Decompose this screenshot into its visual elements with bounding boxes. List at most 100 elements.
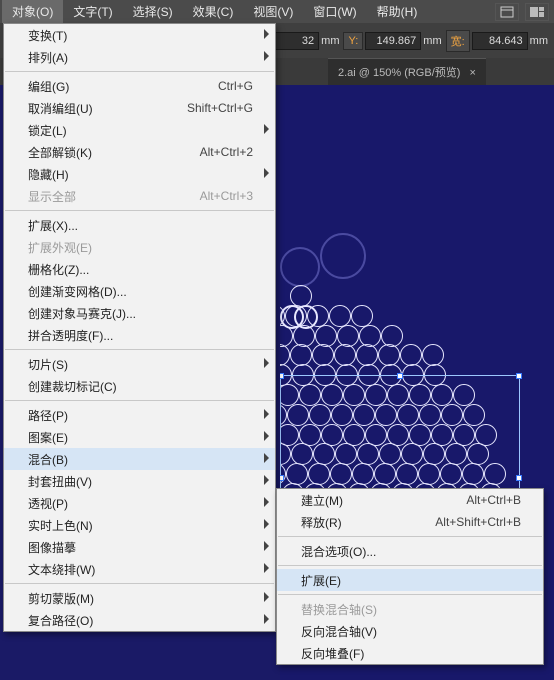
- menu-window[interactable]: 窗口(W): [303, 0, 366, 23]
- object-menu-item[interactable]: 创建渐变网格(D)...: [4, 280, 275, 302]
- submenu-arrow-icon: [264, 431, 269, 441]
- close-icon[interactable]: ×: [470, 67, 476, 79]
- canvas-circle: [440, 463, 462, 485]
- object-menu-item[interactable]: 图像描摹: [4, 536, 275, 558]
- canvas-circle: [335, 443, 357, 465]
- menu-type[interactable]: 文字(T): [63, 0, 122, 23]
- menu-item-label: 创建裁切标记(C): [28, 378, 117, 395]
- blend-submenu-item[interactable]: 扩展(E): [277, 569, 543, 591]
- blend-submenu-item[interactable]: 反向混合轴(V): [277, 620, 543, 642]
- canvas-circle: [308, 463, 330, 485]
- object-menu-item[interactable]: 隐藏(H): [4, 163, 275, 185]
- object-menu-item[interactable]: 全部解锁(K)Alt+Ctrl+2: [4, 141, 275, 163]
- menu-item-label: 路径(P): [28, 407, 68, 424]
- menu-item-label: 图案(E): [28, 429, 68, 446]
- object-menu-item[interactable]: 创建裁切标记(C): [4, 375, 275, 397]
- submenu-arrow-icon: [264, 497, 269, 507]
- object-menu: 变换(T) 排列(A) 编组(G)Ctrl+G取消编组(U)Shift+Ctrl+G…: [3, 23, 276, 632]
- canvas-circle: [422, 344, 444, 366]
- menu-view[interactable]: 视图(V): [243, 0, 303, 23]
- w-unit: mm: [528, 35, 550, 47]
- canvas-circle: [453, 424, 475, 446]
- w-label: 宽:: [446, 30, 470, 52]
- document-tab-title: 2.ai @ 150% (RGB/预览): [338, 67, 460, 79]
- blend-submenu-item[interactable]: 反向堆叠(F): [277, 642, 543, 664]
- canvas-circle: [419, 404, 441, 426]
- object-menu-item[interactable]: 剪切蒙版(M): [4, 587, 275, 609]
- canvas-circle: [431, 384, 453, 406]
- y-value[interactable]: 149.867: [365, 32, 421, 50]
- canvas-circle: [357, 443, 379, 465]
- object-menu-item[interactable]: 复合路径(O): [4, 609, 275, 631]
- arrange-icon[interactable]: [525, 3, 549, 21]
- blend-submenu-item[interactable]: 混合选项(O)...: [277, 540, 543, 562]
- menu-item-label: 透视(P): [28, 495, 68, 512]
- menu-item-shortcut: Alt+Shift+Ctrl+B: [407, 515, 521, 529]
- object-menu-item[interactable]: 切片(S): [4, 353, 275, 375]
- menu-item-label: 扩展外观(E): [28, 239, 92, 256]
- object-menu-item[interactable]: 变换(T): [4, 24, 275, 46]
- object-menu-item[interactable]: 扩展(X)...: [4, 214, 275, 236]
- canvas-circle: [484, 463, 506, 485]
- canvas-circle: [365, 424, 387, 446]
- menu-help[interactable]: 帮助(H): [367, 0, 428, 23]
- menu-item-label: 释放(R): [301, 514, 342, 531]
- menu-item-shortcut: Ctrl+G: [190, 79, 253, 93]
- canvas-circle: [441, 404, 463, 426]
- object-menu-item[interactable]: 封套扭曲(V): [4, 470, 275, 492]
- object-menu-item[interactable]: 混合(B): [4, 448, 275, 470]
- menu-item-shortcut: Alt+Ctrl+B: [438, 493, 521, 507]
- canvas-circle: [375, 404, 397, 426]
- blend-submenu-item[interactable]: 释放(R) Alt+Shift+Ctrl+B: [277, 511, 543, 533]
- canvas-circle: [463, 404, 485, 426]
- canvas-circle: [396, 463, 418, 485]
- menu-select[interactable]: 选择(S): [123, 0, 183, 23]
- blend-submenu-item: 替换混合轴(S): [277, 598, 543, 620]
- submenu-arrow-icon: [264, 358, 269, 368]
- menu-item-label: 变换(T): [28, 27, 67, 44]
- object-menu-item[interactable]: 图案(E): [4, 426, 275, 448]
- menu-item-label: 复合路径(O): [28, 612, 93, 629]
- canvas-circle: [397, 404, 419, 426]
- canvas-circle: [467, 443, 489, 465]
- menu-item-label: 全部解锁(K): [28, 144, 92, 161]
- object-menu-item[interactable]: 实时上色(N): [4, 514, 275, 536]
- menu-item-label: 实时上色(N): [28, 517, 93, 534]
- canvas-circle: [321, 384, 343, 406]
- doc-layout-icon[interactable]: [495, 3, 519, 21]
- canvas-circle: [320, 233, 366, 279]
- menu-effect[interactable]: 效果(C): [183, 0, 244, 23]
- canvas-circle: [387, 424, 409, 446]
- object-menu-item[interactable]: 栅格化(Z)...: [4, 258, 275, 280]
- object-menu-item[interactable]: 排列(A): [4, 46, 275, 68]
- w-value[interactable]: 84.643: [472, 32, 528, 50]
- object-menu-item[interactable]: 透视(P): [4, 492, 275, 514]
- object-menu-item[interactable]: 取消编组(U)Shift+Ctrl+G: [4, 97, 275, 119]
- canvas-circle: [343, 384, 365, 406]
- canvas-circle: [315, 325, 337, 347]
- canvas-circle: [475, 424, 497, 446]
- object-menu-item[interactable]: 创建对象马赛克(J)...: [4, 302, 275, 324]
- object-menu-item[interactable]: 锁定(L): [4, 119, 275, 141]
- menu-item-label: 图像描摹: [28, 539, 76, 556]
- canvas-circle: [287, 404, 309, 426]
- object-menu-item[interactable]: 路径(P): [4, 404, 275, 426]
- canvas-circle: [380, 364, 402, 386]
- menu-item-label: 文本绕排(W): [28, 561, 95, 578]
- canvas-circle: [280, 364, 292, 386]
- menu-item-label: 取消编组(U): [28, 100, 93, 117]
- submenu-arrow-icon: [264, 475, 269, 485]
- object-menu-item[interactable]: 文本绕排(W): [4, 558, 275, 580]
- object-menu-item[interactable]: 编组(G)Ctrl+G: [4, 75, 275, 97]
- document-tab[interactable]: 2.ai @ 150% (RGB/预览) ×: [328, 58, 486, 85]
- canvas-circle: [337, 325, 359, 347]
- canvas-circle: [381, 325, 403, 347]
- canvas-circle: [374, 463, 396, 485]
- blend-submenu-item[interactable]: 建立(M)Alt+Ctrl+B: [277, 489, 543, 511]
- menu-item-label: 反向混合轴(V): [301, 623, 377, 640]
- menu-object[interactable]: 对象(O): [2, 0, 63, 23]
- canvas-circle: [280, 424, 299, 446]
- object-menu-item[interactable]: 拼合透明度(F)...: [4, 324, 275, 346]
- x-unit: mm: [319, 35, 341, 47]
- menu-item-label: 栅格化(Z)...: [28, 261, 89, 278]
